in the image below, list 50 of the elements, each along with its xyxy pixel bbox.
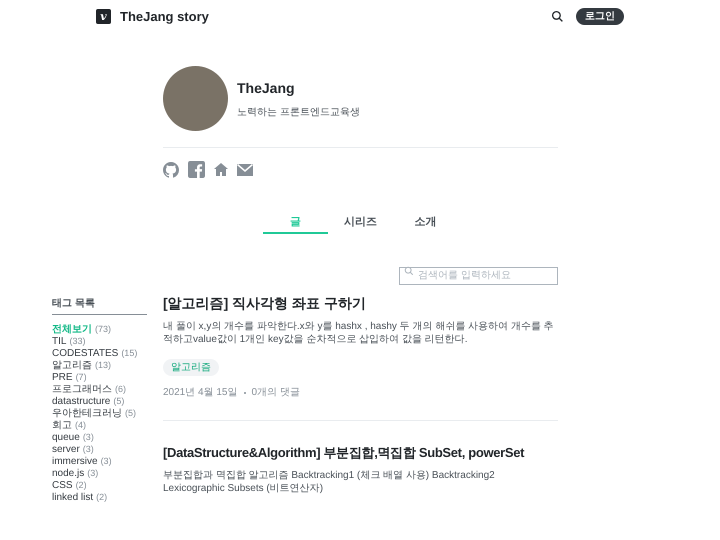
tag-count: (4): [75, 418, 86, 432]
search-icon[interactable]: [551, 10, 564, 23]
tag-count: (6): [115, 382, 126, 396]
tag-count: (33): [69, 334, 86, 348]
search-icon: [404, 266, 414, 276]
profile-name: TheJang: [237, 78, 296, 98]
tag-link[interactable]: linked list: [52, 490, 94, 504]
tag-link[interactable]: CODESTATES: [52, 346, 118, 360]
tag-count: (3): [100, 454, 112, 468]
facebook-icon[interactable]: [188, 161, 205, 178]
tag-count: (5): [125, 406, 136, 420]
tag-count: (15): [121, 346, 138, 360]
tag-link[interactable]: 우아한테크러닝: [52, 406, 122, 420]
post-date: 2021년 4월 15일: [163, 386, 238, 400]
post-title[interactable]: [알고리즘] 직사각형 좌표 구하기: [163, 293, 558, 314]
tab[interactable]: 소개: [393, 212, 458, 234]
tag-count: (2): [96, 490, 108, 504]
tag-list-title: 태그 목록: [52, 296, 147, 315]
profile-bio: 노력하는 프론트엔드교육생: [237, 106, 360, 120]
github-icon[interactable]: [163, 162, 179, 178]
home-icon[interactable]: [214, 163, 228, 176]
logo[interactable]: v: [96, 9, 111, 24]
comment-count: 0개의 댓글: [252, 386, 300, 400]
tab[interactable]: 시리즈: [328, 212, 393, 234]
post-summary: 부분집합과 멱집합 알고리즘 Backtracking1 (체크 배열 사용) Backtracking2 Lexicographic Subsets (비트연산자): [163, 468, 496, 494]
tag-count: (5): [113, 394, 124, 408]
tag-count: (3): [87, 466, 98, 480]
blog-title[interactable]: TheJang story: [120, 6, 209, 26]
tag-link[interactable]: 프로그래머스: [52, 382, 112, 396]
tag-count: (13): [95, 358, 112, 372]
tag-link[interactable]: PRE: [52, 370, 73, 384]
tag-link[interactable]: 알고리즘: [52, 358, 92, 372]
mail-icon[interactable]: [237, 164, 253, 176]
tag-link[interactable]: node.js: [52, 466, 84, 480]
tag-link[interactable]: TIL: [52, 334, 66, 348]
post-title[interactable]: [DataStructure&Algorithm] 부분집합,멱집합 SubSet, powerSet: [163, 443, 558, 462]
tag-link[interactable]: datastructure: [52, 394, 110, 408]
tag-link[interactable]: queue: [52, 430, 80, 444]
post-summary: 내 풀이 x,y의 개수를 파악한다.x와 y를 hashx , hashy 두 개의 해쉬를 사용하여 개수를 추적하고value값이 1개인 key값을 순차적으로 삽입하여 값을 리턴한다.: [163, 320, 555, 346]
tag-link[interactable]: immersive: [52, 454, 98, 468]
tag-link[interactable]: CSS: [52, 478, 73, 492]
tag-count: (7): [76, 370, 87, 384]
search-field[interactable]: 검색어를 입력하세요: [399, 266, 558, 284]
tag-count: (73): [95, 322, 112, 336]
tag-count: (3): [82, 430, 94, 444]
login-button[interactable]: 로그인: [576, 8, 624, 25]
tag-count: (3): [82, 442, 94, 456]
tag-link[interactable]: server: [52, 442, 80, 456]
tag-link[interactable]: 회고: [52, 418, 72, 432]
tag-count: (2): [76, 478, 87, 492]
